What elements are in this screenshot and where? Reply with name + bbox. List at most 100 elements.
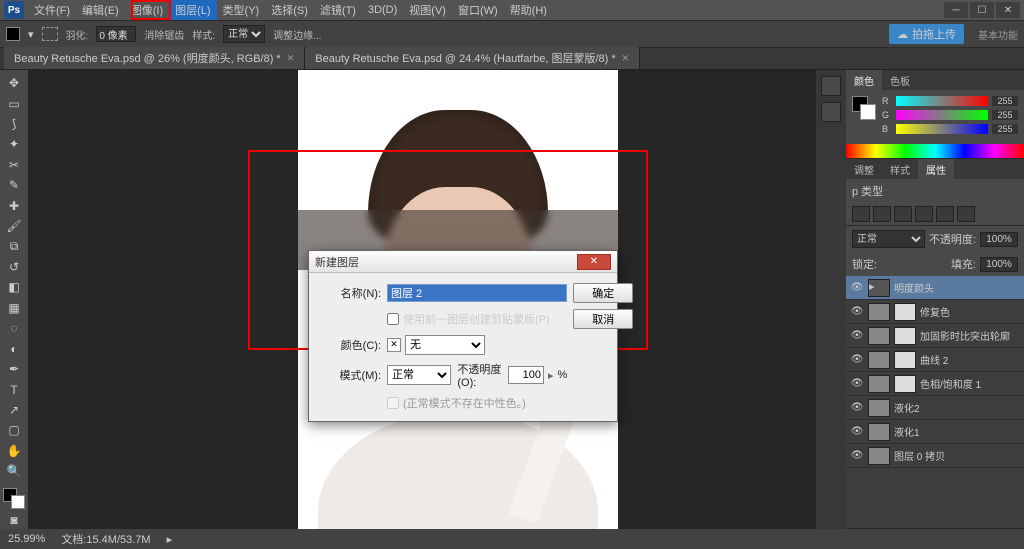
layer-row[interactable]: 👁液化2 (846, 396, 1024, 420)
essentials-label[interactable]: 基本功能 (978, 27, 1018, 42)
adj-icon[interactable] (873, 206, 891, 222)
history-panel-icon[interactable] (821, 76, 841, 96)
close-icon[interactable]: ✕ (287, 53, 295, 64)
lasso-tool[interactable]: ⟆ (3, 115, 25, 133)
marquee-icon[interactable] (6, 27, 20, 41)
visibility-icon[interactable]: 👁 (850, 378, 864, 389)
style-select[interactable]: 正常 (223, 25, 265, 43)
color-label: 颜色(C): (323, 337, 381, 353)
menu-filter[interactable]: 滤镜(T) (314, 0, 362, 20)
adj-icon[interactable] (936, 206, 954, 222)
r-slider[interactable] (896, 96, 988, 106)
menu-window[interactable]: 窗口(W) (452, 0, 504, 20)
menu-3d[interactable]: 3D(D) (362, 2, 403, 18)
color-swatch[interactable] (3, 488, 25, 508)
menu-help[interactable]: 帮助(H) (504, 0, 553, 20)
menu-view[interactable]: 视图(V) (403, 0, 452, 20)
heal-tool[interactable]: ✚ (3, 197, 25, 215)
wand-tool[interactable]: ✦ (3, 135, 25, 153)
layer-row[interactable]: 👁图层 0 拷贝 (846, 444, 1024, 468)
layer-thumb (868, 303, 890, 321)
styles-tab[interactable]: 样式 (882, 159, 918, 180)
visibility-icon[interactable]: 👁 (850, 330, 864, 341)
dodge-tool[interactable]: ◐ (3, 339, 25, 357)
visibility-icon[interactable]: 👁 (850, 402, 864, 413)
stamp-tool[interactable]: ⧉ (3, 237, 25, 255)
gradient-tool[interactable]: ▦ (3, 299, 25, 317)
adj-icon[interactable] (894, 206, 912, 222)
menu-file[interactable]: 文件(F) (28, 0, 76, 20)
panel-swatch[interactable] (852, 96, 876, 120)
menu-layer[interactable]: 图层(L) (169, 0, 216, 20)
document-tab-2[interactable]: Beauty Retusche Eva.psd @ 24.4% (Hautfar… (305, 47, 640, 69)
layer-row[interactable]: 👁修复色 (846, 300, 1024, 324)
visibility-icon[interactable]: 👁 (850, 282, 864, 293)
dialog-title: 新建图层 (315, 254, 577, 270)
pen-tool[interactable]: ✒ (3, 360, 25, 378)
visibility-icon[interactable]: 👁 (850, 306, 864, 317)
color-select[interactable]: 无 (405, 335, 485, 355)
menu-type[interactable]: 类型(Y) (217, 0, 266, 20)
cancel-button[interactable]: 取消 (573, 309, 633, 329)
menu-edit[interactable]: 编辑(E) (76, 0, 125, 20)
visibility-icon[interactable]: 👁 (850, 450, 864, 461)
props-tab[interactable]: 属性 (918, 159, 954, 180)
quickmask-tool[interactable]: ◙ (3, 511, 25, 529)
minimize-button[interactable]: ─ (944, 2, 968, 18)
hand-tool[interactable]: ✋ (3, 442, 25, 460)
layer-row[interactable]: 👁▸明度颜头 (846, 276, 1024, 300)
menu-image[interactable]: 图像(I) (125, 0, 169, 20)
brush-tool[interactable]: 🖌 (3, 217, 25, 235)
document-tab-1[interactable]: Beauty Retusche Eva.psd @ 26% (明度颜头, RGB… (4, 47, 305, 69)
layer-row[interactable]: 👁加固影时比突出轮廓 (846, 324, 1024, 348)
shape-tool[interactable]: ▢ (3, 421, 25, 439)
move-tool[interactable]: ✥ (3, 74, 25, 92)
maximize-button[interactable]: ☐ (970, 2, 994, 18)
adjust-tab[interactable]: 调整 (846, 159, 882, 180)
type-tool[interactable]: T (3, 380, 25, 398)
eyedropper-tool[interactable]: ✎ (3, 176, 25, 194)
layer-name-input[interactable] (387, 284, 567, 302)
layer-row[interactable]: 👁曲线 2 (846, 348, 1024, 372)
history-brush-tool[interactable]: ↺ (3, 258, 25, 276)
blur-tool[interactable]: ◌ (3, 319, 25, 337)
crop-tool[interactable]: ✂ (3, 156, 25, 174)
spectrum-picker[interactable] (846, 144, 1024, 158)
ok-button[interactable]: 确定 (573, 283, 633, 303)
close-icon[interactable]: ✕ (622, 53, 630, 64)
visibility-icon[interactable]: 👁 (850, 354, 864, 365)
swatches-tab[interactable]: 色板 (882, 70, 918, 91)
layer-list: 👁▸明度颜头 👁修复色 👁加固影时比突出轮廓 👁曲线 2 👁色相/饱和度 1 👁… (846, 276, 1024, 528)
blend-mode-select[interactable]: 正常 (852, 230, 925, 248)
zoom-tool[interactable]: 🔍 (3, 462, 25, 480)
mode-select[interactable]: 正常 (387, 365, 451, 385)
actions-panel-icon[interactable] (821, 102, 841, 122)
adjust-edge-button[interactable]: 调整边缘... (273, 27, 321, 42)
color-tab[interactable]: 颜色 (846, 70, 882, 91)
opacity-input[interactable] (508, 366, 544, 384)
path-tool[interactable]: ↗ (3, 401, 25, 419)
visibility-icon[interactable]: 👁 (850, 426, 864, 437)
clip-checkbox[interactable] (387, 313, 399, 325)
b-slider[interactable] (896, 124, 988, 134)
properties-panel: 调整样式属性 p 类型 (846, 159, 1024, 226)
options-bar: ▾ 羽化: 消除锯齿 样式: 正常 调整边缘... ☁拍拖上传 基本功能 (0, 20, 1024, 48)
eraser-tool[interactable]: ◧ (3, 278, 25, 296)
window-controls: ─ ☐ ✕ (944, 2, 1020, 18)
feather-input[interactable] (96, 26, 136, 42)
close-button[interactable]: ✕ (996, 2, 1020, 18)
adj-icon[interactable] (852, 206, 870, 222)
menu-select[interactable]: 选择(S) (265, 0, 314, 20)
g-slider[interactable] (896, 110, 988, 120)
layer-row[interactable]: 👁色相/饱和度 1 (846, 372, 1024, 396)
upload-button[interactable]: ☁拍拖上传 (889, 24, 964, 44)
marquee-tool[interactable]: ▭ (3, 94, 25, 112)
layer-row[interactable]: 👁液化1 (846, 420, 1024, 444)
adj-icon[interactable] (957, 206, 975, 222)
zoom-display[interactable]: 25.99% (8, 533, 45, 545)
selection-new-icon[interactable] (42, 27, 58, 41)
canvas-area[interactable]: 新建图层 ✕ 名称(N): 确定 使用前一图层创建剪贴蒙版(P) 取消 颜色(C… (28, 70, 816, 529)
dialog-close-button[interactable]: ✕ (577, 254, 611, 270)
adj-icon[interactable] (915, 206, 933, 222)
name-label: 名称(N): (323, 285, 381, 301)
